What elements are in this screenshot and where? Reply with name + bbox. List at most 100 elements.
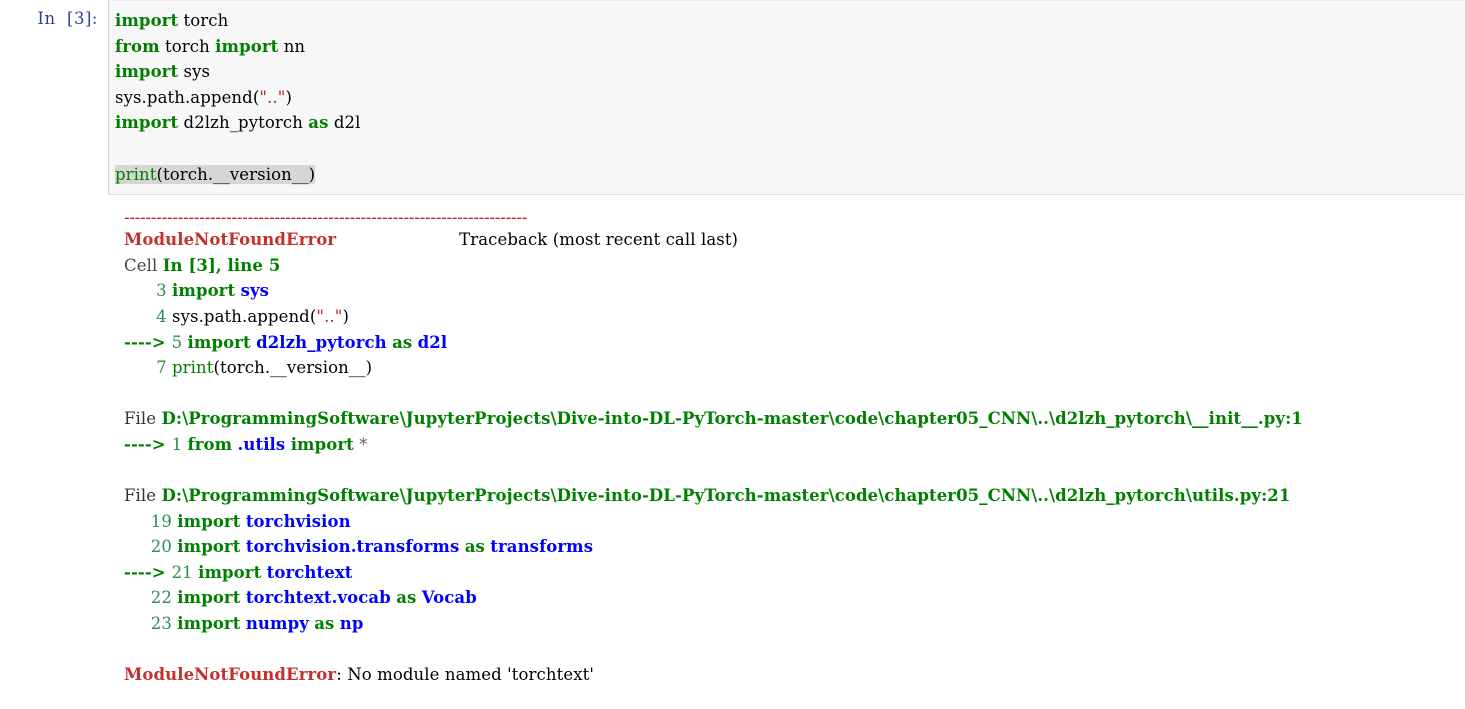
traceback-token: ----> (124, 435, 172, 454)
traceback-token: D:\ProgrammingSoftware\JupyterProjects\D… (162, 486, 1291, 505)
traceback-token: Traceback (most recent call last) (459, 230, 738, 249)
traceback-line: ModuleNotFoundError Traceback (most rece… (124, 227, 1465, 253)
traceback-line: ----> 1 from .utils import * (124, 432, 1465, 458)
source-token: import (115, 11, 178, 30)
traceback-token: import (177, 614, 240, 633)
traceback-line: ModuleNotFoundError: No module named 'to… (124, 662, 1465, 688)
traceback-line: 19 import torchvision (124, 509, 1465, 535)
source-line: import torch (115, 8, 1465, 34)
traceback-token: numpy (246, 614, 309, 633)
traceback-token: ) (342, 307, 349, 326)
traceback-token: File (124, 409, 162, 428)
traceback-token: : No module named 'torchtext' (336, 665, 594, 684)
traceback-token: sys (241, 281, 269, 300)
traceback-line: 7 print(torch.__version__) (124, 355, 1465, 381)
traceback-token: import (198, 563, 261, 582)
traceback-token: import (291, 435, 354, 454)
source-line: import sys (115, 59, 1465, 85)
traceback-token: ModuleNotFoundError (124, 230, 336, 249)
source-token: import (115, 62, 178, 81)
source-token: d2l (328, 113, 360, 132)
traceback-token: Cell (124, 256, 163, 275)
source-token: import (115, 113, 178, 132)
traceback-line (124, 637, 1465, 663)
traceback-line: 3 import sys (124, 278, 1465, 304)
traceback-line: ----> 21 import torchtext (124, 560, 1465, 586)
source-token: d2lzh_pytorch (178, 113, 308, 132)
traceback-token (336, 230, 459, 249)
source-token: sys (178, 62, 210, 81)
traceback-token: d2l (418, 333, 448, 352)
traceback-line: 4 sys.path.append("..") (124, 304, 1465, 330)
source-token: sys.path.append( (115, 88, 259, 107)
traceback-token: torchtext (267, 563, 353, 582)
traceback-token: torchvision (246, 512, 351, 531)
cell-output: ----------------------------------------… (0, 195, 1465, 688)
traceback-token: torchtext.vocab (246, 588, 391, 607)
traceback-token: 20 (124, 537, 177, 556)
traceback-token: 21 (172, 563, 199, 582)
traceback-token: import (177, 588, 240, 607)
traceback-token: import (177, 537, 240, 556)
traceback-token: 3 (124, 281, 172, 300)
traceback-line: ----> 5 import d2lzh_pytorch as d2l (124, 330, 1465, 356)
traceback-separator: ----------------------------------------… (124, 209, 1465, 227)
traceback-token: ----> (124, 563, 172, 582)
traceback-token: print (172, 358, 213, 377)
traceback-token: as (314, 614, 334, 633)
traceback-token: sys.path.append( (172, 307, 316, 326)
traceback-token: .utils (238, 435, 286, 454)
source-token: from (115, 37, 160, 56)
traceback-token: D:\ProgrammingSoftware\JupyterProjects\D… (162, 409, 1303, 428)
source-line: print(torch.__version__) (115, 162, 1465, 188)
traceback-token: import (172, 281, 235, 300)
traceback-line: 22 import torchtext.vocab as Vocab (124, 585, 1465, 611)
traceback-token: (torch.__version__) (214, 358, 373, 377)
traceback-token: as (396, 588, 416, 607)
traceback-token: d2lzh_pytorch (256, 333, 387, 352)
source-token: as (308, 113, 328, 132)
traceback-line: File D:\ProgrammingSoftware\JupyterProje… (124, 483, 1465, 509)
traceback-token: 19 (124, 512, 177, 531)
selected-code-fragment[interactable]: print(torch.__version__) (115, 165, 315, 184)
traceback-token: 1 (172, 435, 188, 454)
traceback-token: import (177, 512, 240, 531)
traceback-token: Vocab (422, 588, 477, 607)
traceback-token: torchvision.transforms (246, 537, 460, 556)
source-token: torch (178, 11, 228, 30)
traceback-line: 23 import numpy as np (124, 611, 1465, 637)
source-line: from torch import nn (115, 34, 1465, 60)
source-token: nn (278, 37, 305, 56)
traceback-token: 23 (124, 614, 177, 633)
input-prompt-label: In [3]: (0, 0, 108, 28)
source-token: torch (160, 37, 216, 56)
source-line (115, 136, 1465, 162)
source-token: ".." (259, 88, 285, 107)
source-line: import d2lzh_pytorch as d2l (115, 110, 1465, 136)
traceback-token: * (359, 435, 367, 454)
traceback-token: 7 (124, 358, 172, 377)
traceback-token: ----> (124, 333, 172, 352)
traceback-line: File D:\ProgrammingSoftware\JupyterProje… (124, 406, 1465, 432)
code-editor[interactable]: import torchfrom torch import nnimport s… (108, 0, 1465, 195)
traceback-token: ModuleNotFoundError (124, 665, 336, 684)
traceback-token: import (188, 333, 251, 352)
code-cell[interactable]: In [3]: import torchfrom torch import nn… (0, 0, 1465, 195)
source-token: import (215, 37, 278, 56)
traceback-line: 20 import torchvision.transforms as tran… (124, 534, 1465, 560)
traceback-token: 5 (172, 333, 188, 352)
traceback-body: ModuleNotFoundError Traceback (most rece… (124, 227, 1465, 688)
source-token: ) (285, 88, 292, 107)
traceback-token: In [3], line 5 (163, 256, 281, 275)
traceback-line (124, 381, 1465, 407)
traceback-token: File (124, 486, 162, 505)
source-token: (torch.__version__) (156, 165, 315, 184)
source-token: print (115, 165, 156, 184)
traceback-token: np (340, 614, 364, 633)
traceback-token: as (465, 537, 485, 556)
source-line: sys.path.append("..") (115, 85, 1465, 111)
traceback-token: from (188, 435, 233, 454)
traceback-line (124, 458, 1465, 484)
traceback-token: as (392, 333, 412, 352)
traceback-token: 22 (124, 588, 177, 607)
